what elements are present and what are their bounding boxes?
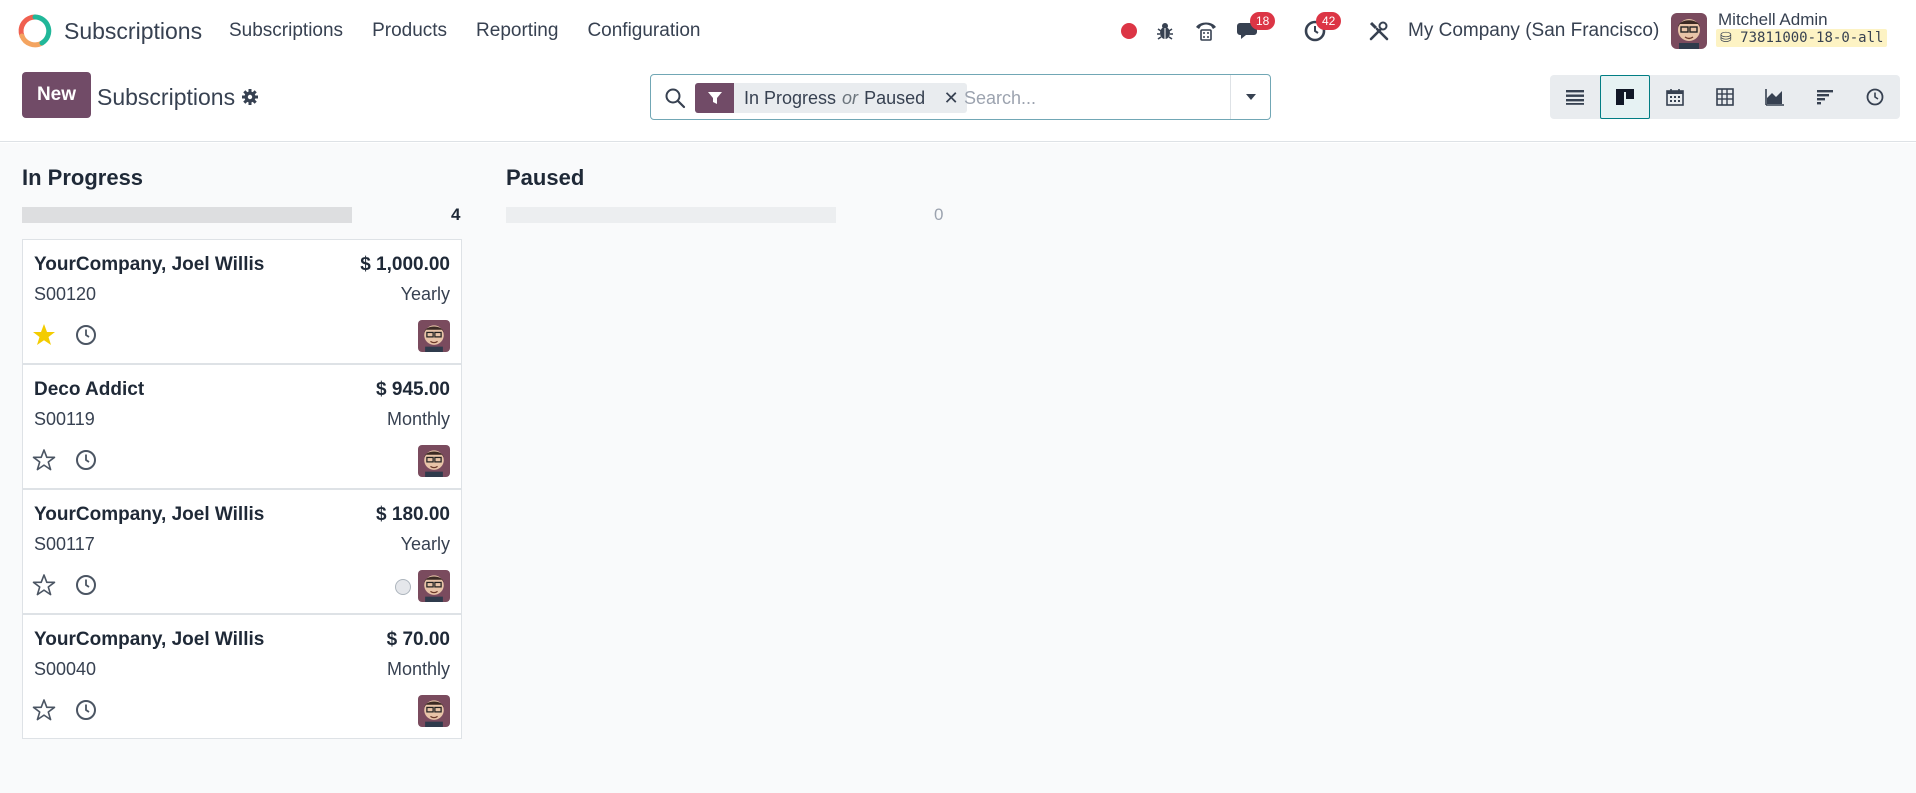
activity-clock-icon[interactable] [74,448,98,472]
subscription-amount: $ 180.00 [376,504,450,525]
filter-icon [695,83,734,113]
facet-separator: or [842,87,859,108]
database-name: ⛁ 73811000-18-0-all [1716,29,1888,47]
star-outline-icon[interactable] [31,447,57,473]
customer-name: YourCompany, Joel Willis [34,629,265,650]
tools-icon[interactable] [1364,16,1394,46]
view-switcher [1550,75,1900,119]
list-view-button[interactable] [1550,75,1600,119]
pivot-view-button[interactable] [1700,75,1750,119]
calendar-view-button[interactable] [1650,75,1700,119]
column-progress-bar[interactable] [22,207,352,223]
subscription-reference: S00120 [34,284,97,304]
customer-name: YourCompany, Joel Willis [34,504,265,525]
messages-badge: 18 [1250,12,1276,30]
menu-item-reporting[interactable]: Reporting [476,20,558,42]
recurrence-period: Yearly [400,534,450,554]
column-progress-bar[interactable] [506,207,836,223]
close-icon[interactable]: ✕ [935,83,967,113]
list-icon [1566,90,1584,105]
search-bar: In Progress or Paused ✕ [650,74,1271,120]
subscription-amount: $ 70.00 [386,629,450,650]
subscription-reference: S00119 [34,409,95,429]
recurrence-period: Yearly [400,284,450,304]
activity-clock-icon[interactable] [74,323,98,347]
kanban-state-dot[interactable] [395,579,411,595]
subscription-amount: $ 945.00 [376,379,450,400]
facet-value-in-progress: In Progress [744,87,837,108]
database-label: 73811000-18-0-all [1740,30,1884,46]
menu-item-subscriptions[interactable]: Subscriptions [229,20,343,42]
chat-icon[interactable]: 18 [1234,12,1276,46]
app-name[interactable]: Subscriptions [64,18,202,45]
menu-item-configuration[interactable]: Configuration [587,20,700,42]
column-title[interactable]: Paused [506,165,584,191]
app-logo-icon[interactable] [18,14,52,48]
salesperson-avatar[interactable] [418,695,450,727]
cohort-icon [1817,90,1833,105]
facet-values: In Progress or Paused [734,83,935,113]
subscription-reference: S00040 [34,659,97,679]
record-icon[interactable] [1114,16,1144,46]
recurrence-period: Monthly [386,659,450,679]
user-name[interactable]: Mitchell Admin [1718,10,1828,30]
kanban-view-button[interactable] [1600,75,1650,119]
kanban-card[interactable]: YourCompany, Joel Willis $ 180.00 S00117… [22,489,462,614]
activity-clock-icon [1866,88,1884,106]
activities-badge: 42 [1316,12,1342,30]
customer-name: YourCompany, Joel Willis [34,254,265,275]
caret-down-icon [1245,94,1256,100]
filter-facet: In Progress or Paused ✕ [695,83,968,113]
control-panel: New Subscriptions In Progress or Paused … [0,62,1916,142]
menu-item-products[interactable]: Products [372,20,447,42]
column-count: 0 [934,205,944,224]
search-icon[interactable] [663,86,687,110]
kanban-card[interactable]: Deco Addict $ 945.00 S00119 Monthly [22,364,462,489]
kanban-card[interactable]: YourCompany, Joel Willis $ 1,000.00 S001… [22,239,462,364]
salesperson-avatar[interactable] [418,445,450,477]
column-count: 4 [451,205,461,224]
search-input[interactable] [964,83,1234,113]
kanban-card[interactable]: YourCompany, Joel Willis $ 70.00 S00040 … [22,614,462,739]
subscription-amount: $ 1,000.00 [360,254,450,275]
facet-value-paused: Paused [864,87,926,108]
salesperson-avatar[interactable] [418,320,450,352]
new-button[interactable]: New [22,72,91,118]
main-menu: Subscriptions Products Reporting Configu… [229,20,729,42]
kanban-board: In Progress 4 YourCompany, Joel Willis $… [0,143,1916,793]
user-avatar[interactable] [1671,13,1707,49]
calendar-icon [1666,89,1684,106]
page-title: Subscriptions [97,84,236,110]
salesperson-avatar[interactable] [418,570,450,602]
pivot-icon [1716,88,1734,106]
customer-name: Deco Addict [34,379,145,400]
company-switcher[interactable]: My Company (San Francisco) [1408,20,1659,42]
top-navbar: Subscriptions Subscriptions Products Rep… [0,0,1916,62]
activity-view-button[interactable] [1850,75,1900,119]
column-title[interactable]: In Progress [22,165,143,191]
clock-icon[interactable]: 42 [1300,12,1342,46]
star-outline-icon[interactable] [31,697,57,723]
star-filled-icon[interactable] [31,322,57,348]
phone-icon[interactable] [1191,16,1221,46]
gear-icon[interactable] [241,88,259,106]
search-options-toggle[interactable] [1230,75,1270,119]
kanban-icon [1616,89,1634,105]
database-icon: ⛁ [1720,30,1741,46]
recurrence-period: Monthly [386,409,450,429]
graph-view-button[interactable] [1750,75,1800,119]
subscription-reference: S00117 [34,534,95,554]
star-outline-icon[interactable] [31,572,57,598]
area-chart-icon [1765,89,1784,106]
cohort-view-button[interactable] [1800,75,1850,119]
bug-icon[interactable] [1150,16,1180,46]
activity-clock-icon[interactable] [74,698,98,722]
activity-clock-icon[interactable] [74,573,98,597]
